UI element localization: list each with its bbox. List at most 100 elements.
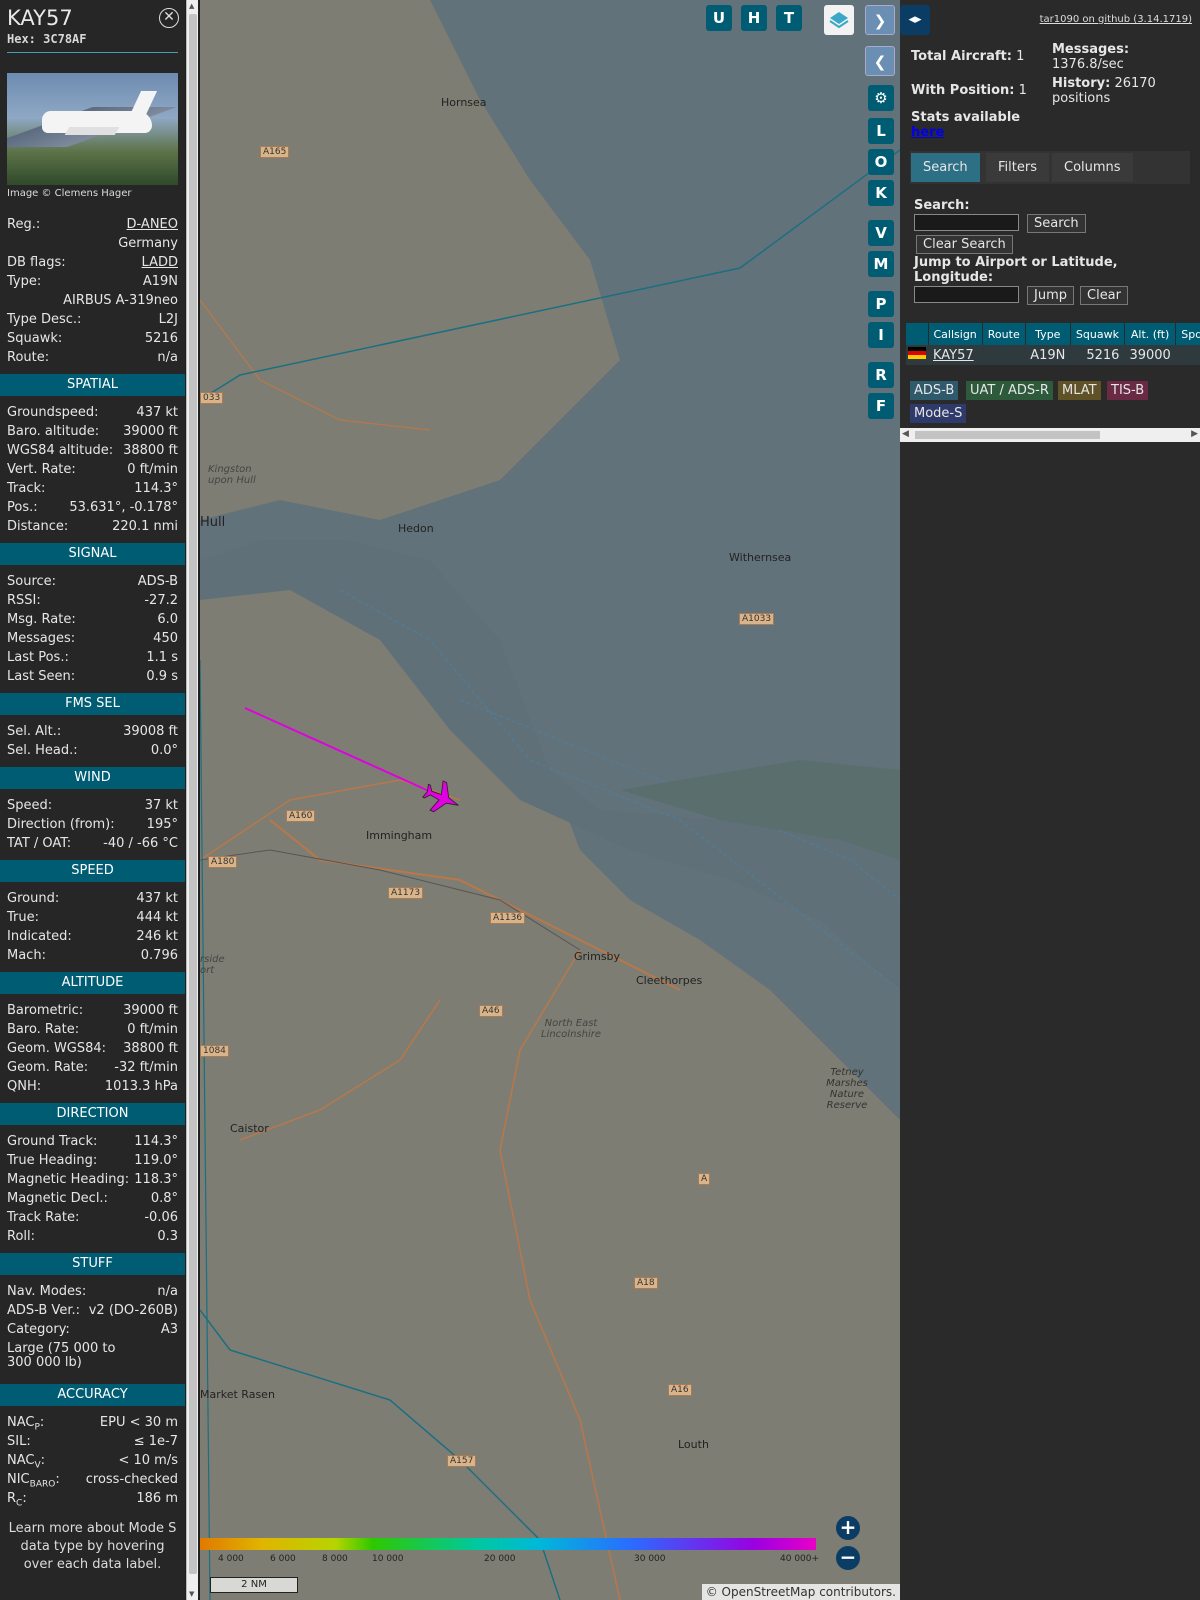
map-button-u[interactable]: U: [706, 5, 732, 31]
map-button-k[interactable]: K: [868, 180, 894, 206]
road-line-5: [200, 299, 431, 431]
sidebar-scrollbar[interactable]: ▲ ▼: [186, 0, 198, 1600]
map-button-m[interactable]: M: [868, 251, 894, 277]
info-row: Large (75 000 to 300 000 lb): [7, 1339, 178, 1377]
source-chip[interactable]: UAT / ADS-R: [966, 381, 1053, 400]
info-label-main: R: [7, 1491, 17, 1506]
info-value: 0 ft/min: [127, 1022, 178, 1037]
source-chip[interactable]: TIS-B: [1107, 381, 1149, 400]
aircraft-marker-icon[interactable]: [419, 776, 465, 820]
column-header[interactable]: Route: [982, 323, 1026, 345]
aircraft-photo[interactable]: [7, 73, 178, 185]
info-label-sub: P: [34, 1422, 40, 1433]
map-button-i[interactable]: I: [868, 322, 894, 348]
gear-icon[interactable]: ⚙: [868, 85, 894, 111]
scroll-up-icon[interactable]: ▲: [189, 2, 194, 10]
place-label: Grimsby: [574, 950, 621, 963]
jump-input[interactable]: [914, 286, 1019, 303]
section-rows: Ground: 437 kt True: 444 kt Indicated: 246 kt…: [0, 889, 185, 965]
info-label: Last Pos.:: [7, 650, 69, 665]
table-row[interactable]: KAY57 A19N 5216 39000: [906, 345, 1200, 365]
search-input[interactable]: [914, 214, 1019, 231]
column-header[interactable]: Callsign: [928, 323, 983, 345]
column-header[interactable]: Type: [1025, 323, 1071, 345]
stats-available: Stats available here: [911, 110, 1020, 140]
scroll-right-icon[interactable]: ▶: [1191, 429, 1198, 439]
info-row: Type: A19N: [7, 272, 178, 291]
zoom-out-button[interactable]: −: [836, 1546, 860, 1570]
zoom-in-button[interactable]: +: [836, 1516, 860, 1540]
scroll-down-icon[interactable]: ▼: [189, 1590, 194, 1598]
info-label: Ground:: [7, 891, 60, 906]
info-row: NACP: EPU < 30 m: [7, 1413, 178, 1433]
place-label: Hedon: [398, 522, 434, 535]
jump-button[interactable]: Jump: [1027, 286, 1074, 305]
info-label: Barometric:: [7, 1003, 84, 1018]
tab-search[interactable]: Search: [911, 153, 980, 182]
clear-button[interactable]: Clear: [1080, 286, 1128, 305]
map-view[interactable]: Hornsea Kingston upon Hull Hull Hedon Wi…: [200, 0, 900, 1600]
chevron-left-icon[interactable]: ❮: [865, 46, 895, 76]
info-label: Nav. Modes:: [7, 1284, 87, 1299]
aircraft-info-panel: KAY57 Hex: 3C78AF ✕ Image © Clemens Hage…: [0, 0, 185, 1600]
map-button-r[interactable]: R: [868, 362, 894, 388]
map-button-f[interactable]: F: [868, 393, 894, 419]
map-button-v[interactable]: V: [868, 220, 894, 246]
horizontal-scrollbar-thumb[interactable]: [915, 431, 1100, 439]
info-label: True Heading:: [7, 1153, 98, 1168]
tab-columns[interactable]: Columns: [1052, 153, 1133, 182]
place-label: rside ort: [200, 954, 225, 976]
chevron-right-icon[interactable]: ❯: [865, 5, 895, 35]
scrollbar-thumb[interactable]: [189, 14, 197, 1574]
road-label: A165: [260, 146, 290, 158]
place-label: Caistor: [230, 1122, 269, 1135]
column-header[interactable]: Alt. (ft): [1124, 323, 1177, 345]
info-label: Vert. Rate:: [7, 462, 76, 477]
stats-link[interactable]: here: [911, 125, 944, 140]
osm-link[interactable]: OpenStreetMap: [722, 1585, 816, 1599]
section-header-spatial: SPATIAL: [0, 374, 185, 396]
tab-filters[interactable]: Filters: [986, 153, 1049, 182]
source-chip[interactable]: ADS-B: [910, 381, 959, 400]
history-stat: History: 26170 positions: [1052, 76, 1192, 106]
map-button-l[interactable]: L: [868, 118, 894, 144]
clear-search-button[interactable]: Clear Search: [916, 235, 1013, 254]
road-label: A16: [668, 1384, 692, 1396]
info-row: Track Rate: -0.06: [7, 1208, 178, 1227]
info-value: 39008 ft: [123, 724, 178, 739]
column-header[interactable]: [906, 323, 929, 345]
info-value[interactable]: LADD: [142, 253, 178, 272]
info-value: 246 kt: [136, 929, 178, 944]
search-button[interactable]: Search: [1027, 214, 1086, 233]
map-button-p[interactable]: P: [868, 291, 894, 317]
row-callsign[interactable]: KAY57: [928, 345, 983, 365]
info-label: Source:: [7, 574, 57, 589]
map-button-h[interactable]: H: [741, 5, 767, 31]
github-link[interactable]: tar1090 on github (3.14.1719): [1040, 14, 1192, 25]
info-value: 186 m: [136, 1491, 178, 1506]
map-button-t[interactable]: T: [776, 5, 802, 31]
expand-collapse-icon[interactable]: ◂▸: [900, 5, 930, 35]
altitude-tick: 6 000: [270, 1554, 296, 1564]
aircraft-trail: [244, 707, 441, 797]
source-chip[interactable]: Mode-S: [910, 404, 967, 423]
section-header-wind: WIND: [0, 767, 185, 789]
info-label: ADS-B Ver.:: [7, 1303, 80, 1318]
info-value: 0.0°: [150, 743, 178, 758]
column-header[interactable]: Spd.: [1175, 323, 1200, 345]
column-header[interactable]: Squawk: [1070, 323, 1125, 345]
source-chip[interactable]: MLAT: [1058, 381, 1101, 400]
close-icon[interactable]: ✕: [159, 8, 179, 28]
info-value: 0.3: [157, 1229, 178, 1244]
info-label: Magnetic Heading:: [7, 1172, 130, 1187]
info-value: 6.0: [157, 612, 178, 627]
info-label: Track Rate:: [7, 1210, 80, 1225]
map-button-o[interactable]: O: [868, 149, 894, 175]
info-label-sub: BARO: [29, 1479, 56, 1490]
info-value[interactable]: D-ANEO: [127, 215, 178, 234]
with-position: With Position: 1: [911, 83, 1027, 98]
table-horizontal-scrollbar[interactable]: ◀ ▶: [900, 428, 1200, 442]
scroll-left-icon[interactable]: ◀: [902, 429, 909, 439]
info-label: Pos.:: [7, 500, 38, 515]
layers-icon[interactable]: [824, 5, 854, 35]
